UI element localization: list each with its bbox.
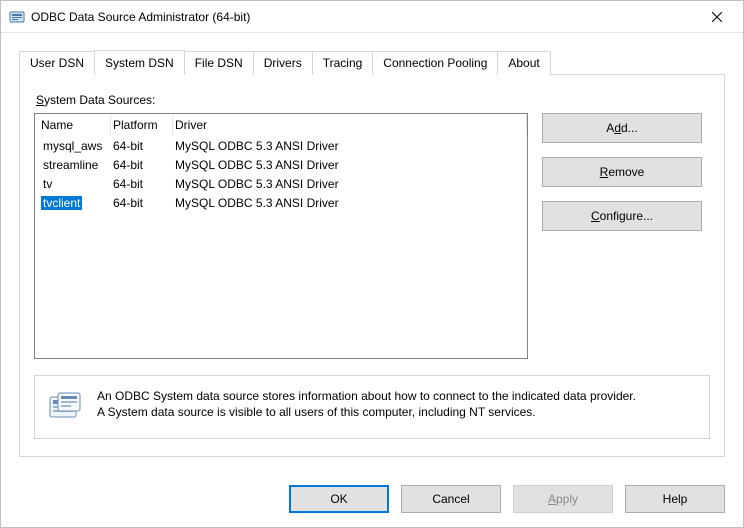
titlebar: ODBC Data Source Administrator (64-bit) (1, 1, 743, 33)
table-row[interactable]: tv 64-bit MySQL ODBC 5.3 ANSI Driver (35, 174, 527, 193)
dsn-listbox[interactable]: Name Platform Driver mysql_aws 64-bit My… (34, 113, 528, 359)
apply-button[interactable]: Apply (513, 485, 613, 513)
cell-platform: 64-bit (111, 139, 173, 153)
tabpage-system-dsn: System Data Sources: Name Platform Drive… (19, 74, 725, 457)
info-line1: An ODBC System data source stores inform… (97, 388, 636, 404)
cell-driver: MySQL ODBC 5.3 ANSI Driver (173, 158, 527, 172)
cell-driver: MySQL ODBC 5.3 ANSI Driver (173, 196, 527, 210)
tab-drivers[interactable]: Drivers (253, 51, 313, 75)
client-area: User DSN System DSN File DSN Drivers Tra… (1, 33, 743, 471)
header-driver[interactable]: Driver (173, 115, 527, 135)
tab-connection-pooling[interactable]: Connection Pooling (372, 51, 498, 75)
list-header: Name Platform Driver (35, 114, 527, 136)
tabstrip: User DSN System DSN File DSN Drivers Tra… (19, 49, 725, 74)
info-box: An ODBC System data source stores inform… (34, 375, 710, 439)
cell-name: mysql_aws (41, 139, 104, 153)
side-buttons: Add... Remove Configure... (542, 113, 702, 359)
cell-platform: 64-bit (111, 196, 173, 210)
header-platform[interactable]: Platform (111, 115, 173, 135)
cell-name: tv (41, 177, 54, 191)
header-name[interactable]: Name (39, 115, 111, 135)
cell-driver: MySQL ODBC 5.3 ANSI Driver (173, 139, 527, 153)
close-icon (712, 12, 722, 22)
cancel-button[interactable]: Cancel (401, 485, 501, 513)
info-line2: A System data source is visible to all u… (97, 404, 636, 420)
tab-about[interactable]: About (497, 51, 550, 75)
close-button[interactable] (695, 2, 739, 32)
main-row: Name Platform Driver mysql_aws 64-bit My… (34, 113, 710, 359)
table-row[interactable]: mysql_aws 64-bit MySQL ODBC 5.3 ANSI Dri… (35, 136, 527, 155)
app-icon (9, 9, 25, 25)
add-button[interactable]: Add... (542, 113, 702, 143)
ok-button[interactable]: OK (289, 485, 389, 513)
tab-user-dsn[interactable]: User DSN (19, 51, 95, 75)
cell-name: streamline (41, 158, 100, 172)
cell-platform: 64-bit (111, 158, 173, 172)
remove-button[interactable]: Remove (542, 157, 702, 187)
dialog-footer: OK Cancel Apply Help (1, 471, 743, 527)
table-row[interactable]: streamline 64-bit MySQL ODBC 5.3 ANSI Dr… (35, 155, 527, 174)
cell-name: tvclient (41, 196, 82, 210)
cell-platform: 64-bit (111, 177, 173, 191)
datasource-icon (47, 390, 83, 426)
table-row[interactable]: tvclient 64-bit MySQL ODBC 5.3 ANSI Driv… (35, 193, 527, 212)
window-title: ODBC Data Source Administrator (64-bit) (31, 10, 695, 24)
info-text: An ODBC System data source stores inform… (97, 388, 636, 420)
section-label: System Data Sources: (36, 93, 710, 107)
tab-system-dsn[interactable]: System DSN (94, 50, 185, 75)
tab-tracing[interactable]: Tracing (312, 51, 374, 75)
list-rows: mysql_aws 64-bit MySQL ODBC 5.3 ANSI Dri… (35, 136, 527, 212)
tab-file-dsn[interactable]: File DSN (184, 51, 254, 75)
cell-driver: MySQL ODBC 5.3 ANSI Driver (173, 177, 527, 191)
odbc-admin-window: ODBC Data Source Administrator (64-bit) … (0, 0, 744, 528)
help-button[interactable]: Help (625, 485, 725, 513)
configure-button[interactable]: Configure... (542, 201, 702, 231)
